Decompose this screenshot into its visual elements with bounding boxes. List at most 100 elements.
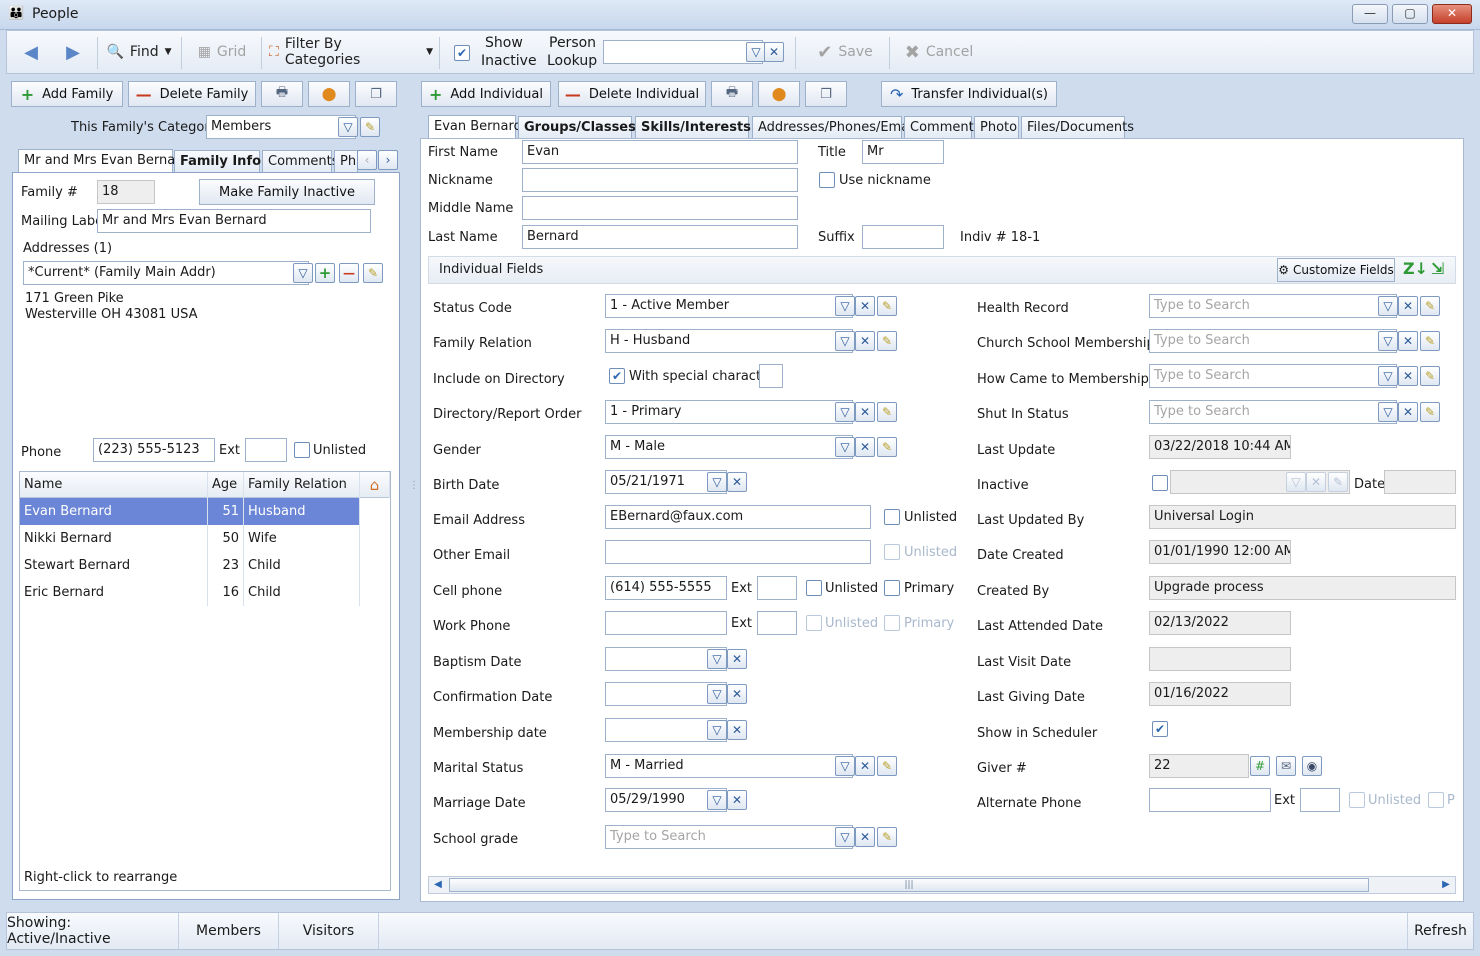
shut-in-select[interactable]: Type to Search — [1149, 400, 1397, 424]
refresh-button[interactable]: Refresh — [1407, 913, 1473, 949]
alternate-phone-input[interactable] — [1149, 788, 1271, 812]
back-arrow-icon[interactable]: ◀ — [11, 34, 51, 70]
filter-by-categories-button[interactable]: ⛶ Filter By Categories ▼ — [269, 34, 433, 70]
members-filter-button[interactable]: Members — [179, 913, 279, 949]
clear-icon[interactable]: ✕ — [727, 790, 747, 810]
add-individual-button[interactable]: + Add Individual — [421, 81, 551, 107]
health-record-select[interactable]: Type to Search — [1149, 294, 1397, 318]
clear-icon[interactable]: ✕ — [1398, 331, 1418, 351]
scroll-thumb[interactable]: ||| — [449, 878, 1369, 892]
chevron-down-icon[interactable]: ▽ — [746, 42, 766, 62]
edit-pencil-icon[interactable]: ✎ — [1328, 472, 1348, 492]
clear-icon[interactable]: ✕ — [727, 720, 747, 740]
special-character-input[interactable] — [759, 364, 783, 388]
chevron-down-icon[interactable]: ▽ — [707, 649, 727, 669]
gender-select[interactable]: M - Male — [605, 435, 853, 459]
copy-family-button[interactable]: ❐ — [355, 81, 397, 107]
tab-individual-name[interactable]: Evan Bernard — [428, 115, 522, 139]
show-inactive-checkbox[interactable]: ✔ — [454, 45, 470, 61]
tab-groups-classes[interactable]: Groups/Classes — [518, 116, 636, 138]
add-family-button[interactable]: + Add Family — [11, 81, 123, 107]
visitors-filter-button[interactable]: Visitors — [279, 913, 379, 949]
edit-pencil-icon[interactable]: ✎ — [360, 117, 380, 137]
directory-order-select[interactable]: 1 - Primary — [605, 400, 853, 424]
work-primary-checkbox[interactable] — [884, 615, 900, 631]
church-school-select[interactable]: Type to Search — [1149, 329, 1397, 353]
include-directory-checkbox[interactable]: ✔ — [609, 368, 625, 384]
clear-icon[interactable]: ✕ — [727, 472, 747, 492]
email-unlisted-checkbox[interactable] — [884, 509, 900, 525]
nickname-input[interactable] — [522, 168, 798, 192]
scroll-right-icon[interactable]: ▶ — [1437, 877, 1455, 893]
tab-scroll-left-icon[interactable]: ‹ — [357, 150, 377, 170]
find-button[interactable]: 🔍 Find ▼ — [103, 34, 175, 70]
clear-icon[interactable]: ✕ — [855, 756, 875, 776]
horizontal-scrollbar[interactable]: ◀ ||| ▶ — [428, 876, 1456, 894]
tab-files-documents[interactable]: Files/Documents — [1021, 116, 1134, 138]
showing-active-inactive-button[interactable]: Showing: Active/Inactive — [7, 913, 179, 949]
clear-icon[interactable]: ✕ — [1398, 366, 1418, 386]
cell-phone-input[interactable]: (614) 555-5555 — [605, 576, 727, 600]
clear-icon[interactable]: ✕ — [1306, 472, 1326, 492]
edit-pencil-icon[interactable]: ✎ — [1420, 331, 1440, 351]
edit-pencil-icon[interactable]: ✎ — [1420, 296, 1440, 316]
tab-skills-interests[interactable]: Skills/Interests — [635, 116, 751, 138]
collapse-icon[interactable]: ⇲ — [1431, 259, 1444, 278]
map-individual-button[interactable]: ⬤ — [758, 81, 800, 107]
grid-button[interactable]: ▦ Grid — [189, 34, 255, 70]
family-relation-select[interactable]: H - Husband — [605, 329, 853, 353]
print-family-button[interactable]: 🖶 — [261, 81, 303, 107]
edit-pencil-icon[interactable]: ✎ — [877, 296, 897, 316]
edit-pencil-icon[interactable]: ✎ — [1420, 402, 1440, 422]
tab-addresses-phones-email[interactable]: Addresses/Phones/Email — [752, 116, 916, 138]
tab-family-name[interactable]: Mr and Mrs Evan Bernard — [18, 149, 189, 173]
status-code-select[interactable]: 1 - Active Member — [605, 294, 853, 318]
chevron-down-icon[interactable]: ▽ — [835, 402, 855, 422]
alternate-ext-input[interactable] — [1300, 788, 1340, 812]
clear-icon[interactable]: ✕ — [855, 437, 875, 457]
cell-primary-checkbox[interactable] — [884, 580, 900, 596]
chevron-down-icon[interactable]: ▽ — [1286, 472, 1306, 492]
clear-icon[interactable]: ✕ — [764, 42, 784, 62]
clear-icon[interactable]: ✕ — [1398, 402, 1418, 422]
edit-pencil-icon[interactable]: ✎ — [877, 437, 897, 457]
edit-pencil-icon[interactable]: ✎ — [877, 756, 897, 776]
scroll-left-icon[interactable]: ◀ — [429, 877, 447, 893]
chevron-down-icon[interactable]: ▽ — [835, 331, 855, 351]
use-nickname-checkbox[interactable] — [819, 172, 835, 188]
transfer-individuals-button[interactable]: ↷ Transfer Individual(s) — [881, 81, 1057, 107]
minimize-button[interactable]: — — [1352, 4, 1388, 24]
other-email-input[interactable] — [605, 540, 871, 564]
delete-individual-button[interactable]: — Delete Individual — [558, 81, 706, 107]
family-phone-ext-input[interactable] — [245, 438, 287, 462]
inactive-date-input[interactable] — [1384, 470, 1456, 494]
hash-icon[interactable]: # — [1250, 756, 1270, 776]
mailing-label-input[interactable]: Mr and Mrs Evan Bernard — [97, 209, 371, 233]
maximize-button[interactable]: ▢ — [1392, 4, 1428, 24]
sort-az-icon[interactable]: Z↓ — [1403, 259, 1428, 278]
work-ext-input[interactable] — [757, 611, 797, 635]
cell-unlisted-checkbox[interactable] — [806, 580, 822, 596]
suffix-input[interactable] — [862, 225, 944, 249]
clear-icon[interactable]: ✕ — [855, 827, 875, 847]
home-icon[interactable]: ⌂ — [360, 472, 390, 498]
work-phone-input[interactable] — [605, 611, 727, 635]
make-family-inactive-button[interactable]: Make Family Inactive — [199, 179, 375, 205]
edit-pencil-icon[interactable]: ✎ — [877, 827, 897, 847]
chevron-down-icon[interactable]: ▽ — [1378, 296, 1398, 316]
title-input[interactable]: Mr — [862, 140, 944, 164]
family-phone-unlisted-checkbox[interactable] — [294, 442, 310, 458]
chevron-down-icon[interactable]: ▽ — [293, 263, 313, 283]
col-age[interactable]: Age — [208, 472, 244, 498]
splitter-grip[interactable]: ⋮ — [409, 480, 419, 491]
edit-address-icon[interactable]: ✎ — [363, 263, 383, 283]
tab-family-comments[interactable]: Comments — [262, 150, 338, 172]
inactive-checkbox[interactable] — [1152, 475, 1168, 491]
family-category-select[interactable]: Members — [206, 115, 356, 139]
forward-arrow-icon[interactable]: ▶ — [53, 34, 93, 70]
chevron-down-icon[interactable]: ▽ — [835, 827, 855, 847]
clear-icon[interactable]: ✕ — [727, 684, 747, 704]
email-input[interactable]: EBernard@faux.com — [605, 505, 871, 529]
tab-photo[interactable]: Photo — [974, 116, 1019, 138]
last-name-input[interactable]: Bernard — [522, 225, 798, 249]
